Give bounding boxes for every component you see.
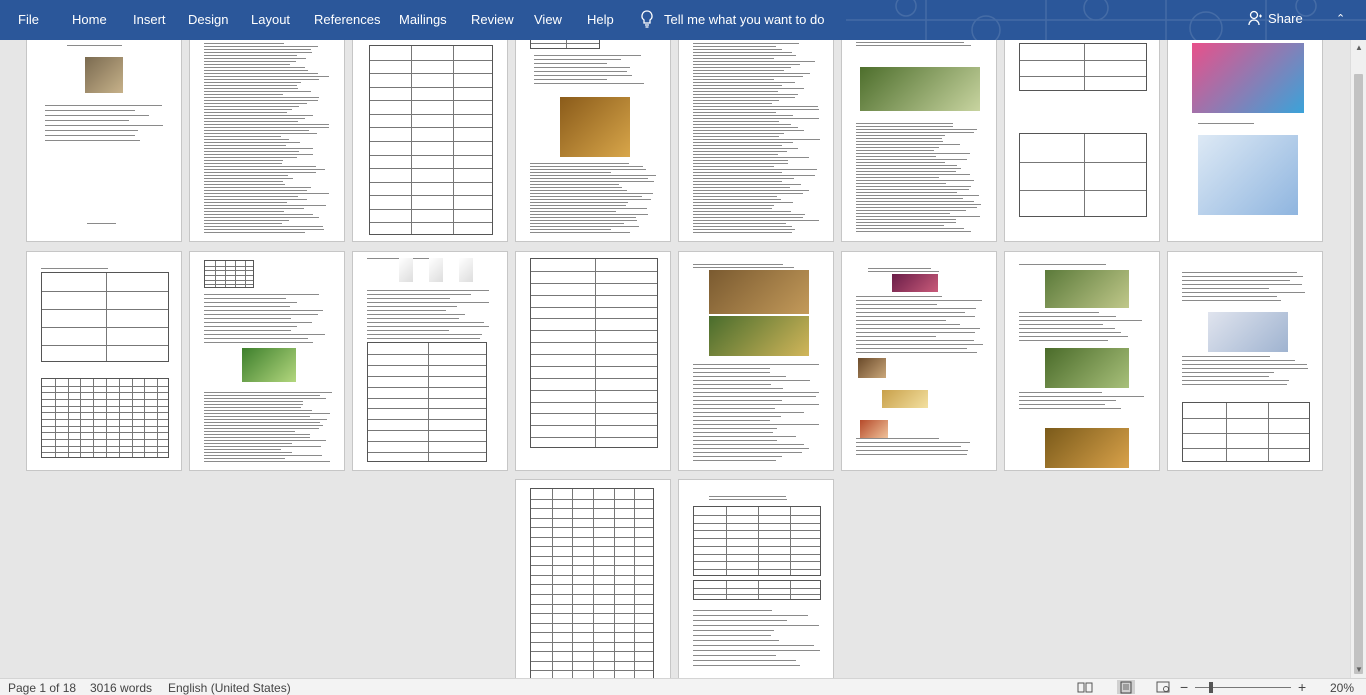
person-icon	[1248, 10, 1262, 26]
document-page-thumbnail[interactable]	[1167, 251, 1323, 471]
document-page-thumbnail[interactable]	[26, 40, 182, 242]
ribbon-bar: File Home Insert Design Layout Reference…	[0, 0, 1366, 40]
zoom-in-button[interactable]: +	[1298, 679, 1306, 695]
page-count[interactable]: Page 1 of 18	[8, 681, 76, 695]
web-layout-icon[interactable]	[1154, 680, 1172, 694]
document-page-thumbnail[interactable]	[841, 40, 997, 242]
tab-file[interactable]: File	[18, 12, 39, 27]
print-layout-icon[interactable]	[1117, 680, 1135, 694]
document-page-thumbnail[interactable]	[352, 40, 508, 242]
lightbulb-icon	[641, 10, 653, 28]
tab-review[interactable]: Review	[471, 12, 514, 27]
zoom-slider-thumb[interactable]	[1209, 682, 1213, 693]
tab-home[interactable]: Home	[72, 12, 107, 27]
tell-me-label: Tell me what you want to do	[664, 11, 825, 27]
document-page-thumbnail[interactable]	[678, 251, 834, 471]
status-bar: Page 1 of 18 3016 words English (United …	[0, 678, 1366, 695]
document-page-thumbnail[interactable]	[841, 251, 997, 471]
share-label: Share	[1268, 10, 1303, 26]
read-mode-icon[interactable]	[1076, 680, 1094, 694]
zoom-level[interactable]: 20%	[1330, 681, 1354, 695]
document-page-thumbnail[interactable]	[678, 479, 834, 678]
share-button[interactable]: Share	[1248, 10, 1303, 26]
document-page-thumbnail[interactable]	[1167, 40, 1323, 242]
tab-design[interactable]: Design	[188, 12, 228, 27]
document-page-thumbnail[interactable]	[678, 40, 834, 242]
language-indicator[interactable]: English (United States)	[168, 681, 291, 695]
word-count[interactable]: 3016 words	[90, 681, 152, 695]
tab-references[interactable]: References	[314, 12, 380, 27]
tab-insert[interactable]: Insert	[133, 12, 166, 27]
document-page-thumbnail[interactable]	[352, 251, 508, 471]
document-page-thumbnail[interactable]	[1004, 40, 1160, 242]
zoom-out-button[interactable]: −	[1180, 679, 1188, 695]
tab-view[interactable]: View	[534, 12, 562, 27]
tell-me-search[interactable]: Tell me what you want to do	[640, 10, 824, 28]
tab-help[interactable]: Help	[587, 12, 614, 27]
tab-layout[interactable]: Layout	[251, 12, 290, 27]
tab-mailings[interactable]: Mailings	[399, 12, 447, 27]
document-area[interactable]	[0, 40, 1350, 678]
scroll-thumb[interactable]	[1354, 74, 1363, 674]
document-page-thumbnail[interactable]	[189, 251, 345, 471]
document-page-thumbnail[interactable]	[189, 40, 345, 242]
document-page-thumbnail[interactable]	[515, 251, 671, 471]
document-page-thumbnail[interactable]	[26, 251, 182, 471]
document-page-thumbnail[interactable]	[1004, 251, 1160, 471]
scroll-up-icon[interactable]: ▲	[1351, 40, 1366, 56]
scroll-down-icon[interactable]: ▼	[1351, 662, 1366, 678]
document-page-thumbnail[interactable]	[515, 40, 671, 242]
document-page-thumbnail[interactable]	[515, 479, 671, 678]
vertical-scrollbar[interactable]: ▲ ▼	[1350, 40, 1366, 678]
ribbon-collapse-icon[interactable]: ⌃	[1336, 12, 1345, 25]
